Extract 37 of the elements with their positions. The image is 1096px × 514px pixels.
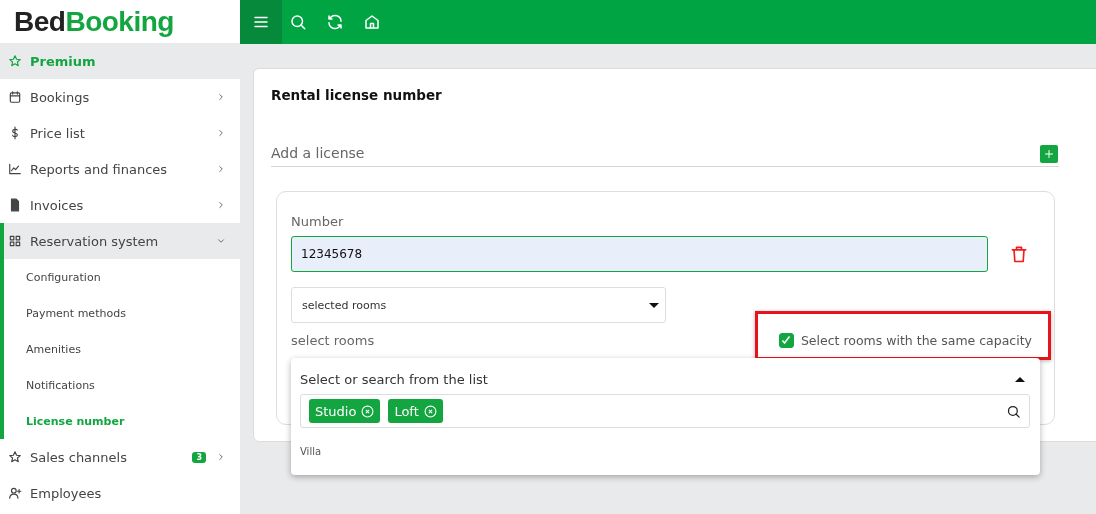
star-icon [8, 450, 22, 464]
menu-item[interactable]: Sales channels 3 [0, 439, 240, 475]
card-title: Rental license number [271, 87, 443, 103]
user-add-icon [8, 486, 22, 500]
submenu-item[interactable]: Notifications [4, 367, 240, 403]
menu-item[interactable]: Reservation system [4, 223, 240, 259]
trash-icon[interactable] [1009, 244, 1029, 264]
calendar-icon [8, 90, 22, 104]
plus-icon[interactable] [1040, 145, 1058, 163]
menu-item[interactable]: Employees [0, 475, 240, 511]
search-icon [1006, 403, 1021, 419]
logo: BedBooking [13, 4, 175, 39]
scope-dropdown[interactable]: selected rooms [291, 287, 666, 323]
menu-item[interactable]: Reports and finances [0, 151, 240, 187]
submenu-item[interactable]: Configuration [4, 259, 240, 295]
grid-icon [8, 234, 22, 248]
menu-item[interactable]: Bookings [0, 79, 240, 115]
menu-item[interactable]: Price list [0, 115, 240, 151]
menu-item[interactable]: Invoices [0, 187, 240, 223]
dropdown-title: Select or search from the list [300, 372, 488, 387]
chart-icon [8, 162, 22, 176]
remove-icon[interactable] [423, 404, 437, 418]
number-field[interactable]: 12345678 [291, 236, 988, 272]
remove-icon[interactable] [361, 404, 375, 418]
dropdown-option[interactable]: Villa [300, 446, 1030, 457]
star-icon [8, 54, 22, 68]
caret-icon [649, 302, 659, 308]
submenu-item[interactable]: Amenities [4, 331, 240, 367]
invoice-icon [8, 198, 22, 212]
checkbox-label: Select rooms with the same capacity [800, 332, 1032, 348]
count-badge: 3 [192, 451, 206, 463]
caret-icon[interactable] [1015, 377, 1025, 382]
menu-icon[interactable] [240, 0, 282, 44]
field-label: select rooms [291, 332, 375, 348]
section-title: Add a license [271, 145, 365, 161]
submenu-item[interactable]: Payment methods [4, 295, 240, 331]
field-label: Number [291, 214, 345, 229]
